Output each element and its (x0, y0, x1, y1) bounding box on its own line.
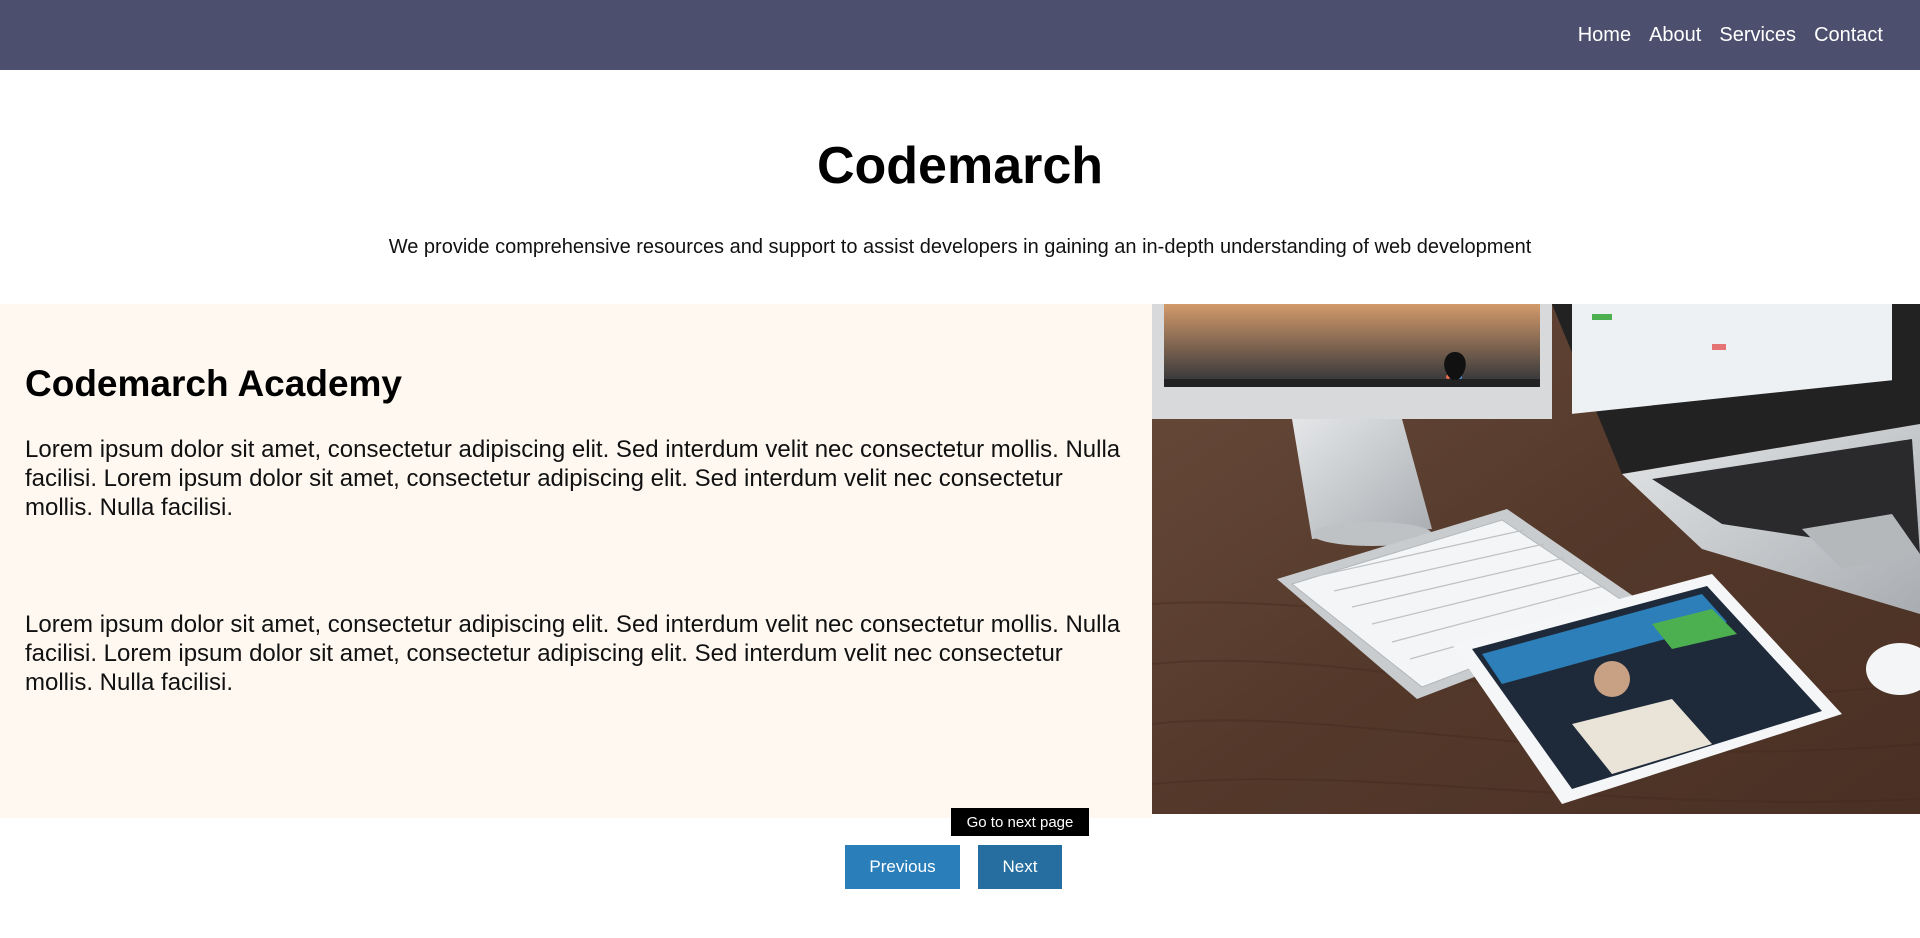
nav-link-about[interactable]: About (1649, 24, 1701, 47)
academy-paragraph-1: Lorem ipsum dolor sit amet, consectetur … (25, 436, 1121, 521)
workspace-photo-illustration (1152, 304, 1920, 814)
previous-button[interactable]: Previous (845, 845, 960, 889)
page-title: Codemarch (816, 137, 1104, 195)
page-subtitle: We provide comprehensive resources and s… (388, 236, 1532, 258)
academy-panel: Codemarch Academy Lorem ipsum dolor sit … (0, 304, 1152, 818)
top-navbar: Home About Services Contact (0, 0, 1920, 70)
nav-link-services[interactable]: Services (1719, 24, 1796, 47)
nav-link-home[interactable]: Home (1578, 24, 1631, 47)
workspace-photo (1152, 304, 1920, 814)
academy-paragraph-2: Lorem ipsum dolor sit amet, consectetur … (25, 611, 1121, 696)
next-page-tooltip: Go to next page (951, 808, 1089, 836)
next-button[interactable]: Next (978, 845, 1062, 889)
nav-link-contact[interactable]: Contact (1814, 24, 1883, 47)
academy-heading: Codemarch Academy (25, 363, 402, 404)
